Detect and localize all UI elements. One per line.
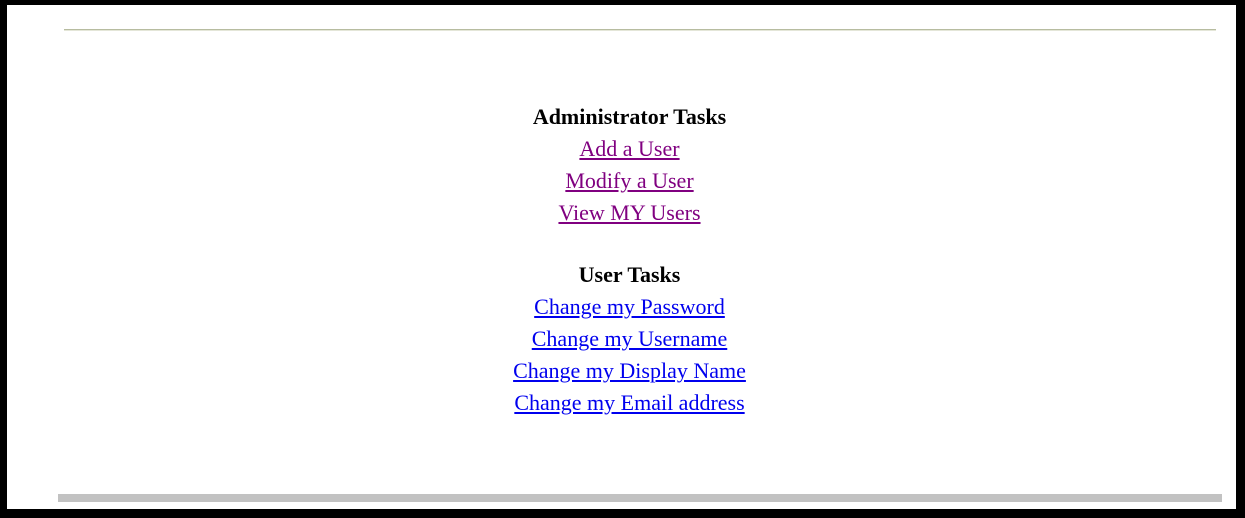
admin-tasks-heading: Administrator Tasks <box>532 104 727 129</box>
modify-user-link[interactable]: Modify a User <box>565 168 693 193</box>
change-email-link-row: Change my Email address <box>7 387 1245 419</box>
modify-user-link-row: Modify a User <box>7 165 1245 197</box>
change-password-link[interactable]: Change my Password <box>534 294 725 319</box>
change-display-name-link[interactable]: Change my Display Name <box>513 358 746 383</box>
view-my-users-link[interactable]: View MY Users <box>558 200 700 225</box>
bottom-divider-bar <box>58 494 1222 502</box>
task-menu: Administrator Tasks Add a User Modify a … <box>7 101 1245 419</box>
user-tasks-heading: User Tasks <box>578 262 681 287</box>
change-username-link[interactable]: Change my Username <box>532 326 728 351</box>
change-username-link-row: Change my Username <box>7 323 1245 355</box>
change-password-link-row: Change my Password <box>7 291 1245 323</box>
view-my-users-link-row: View MY Users <box>7 197 1245 229</box>
page-frame: Administrator Tasks Add a User Modify a … <box>0 0 1245 518</box>
change-display-name-link-row: Change my Display Name <box>7 355 1245 387</box>
change-email-link[interactable]: Change my Email address <box>514 390 744 415</box>
add-user-link-row: Add a User <box>7 133 1245 165</box>
add-user-link[interactable]: Add a User <box>579 136 679 161</box>
top-divider <box>64 29 1216 31</box>
